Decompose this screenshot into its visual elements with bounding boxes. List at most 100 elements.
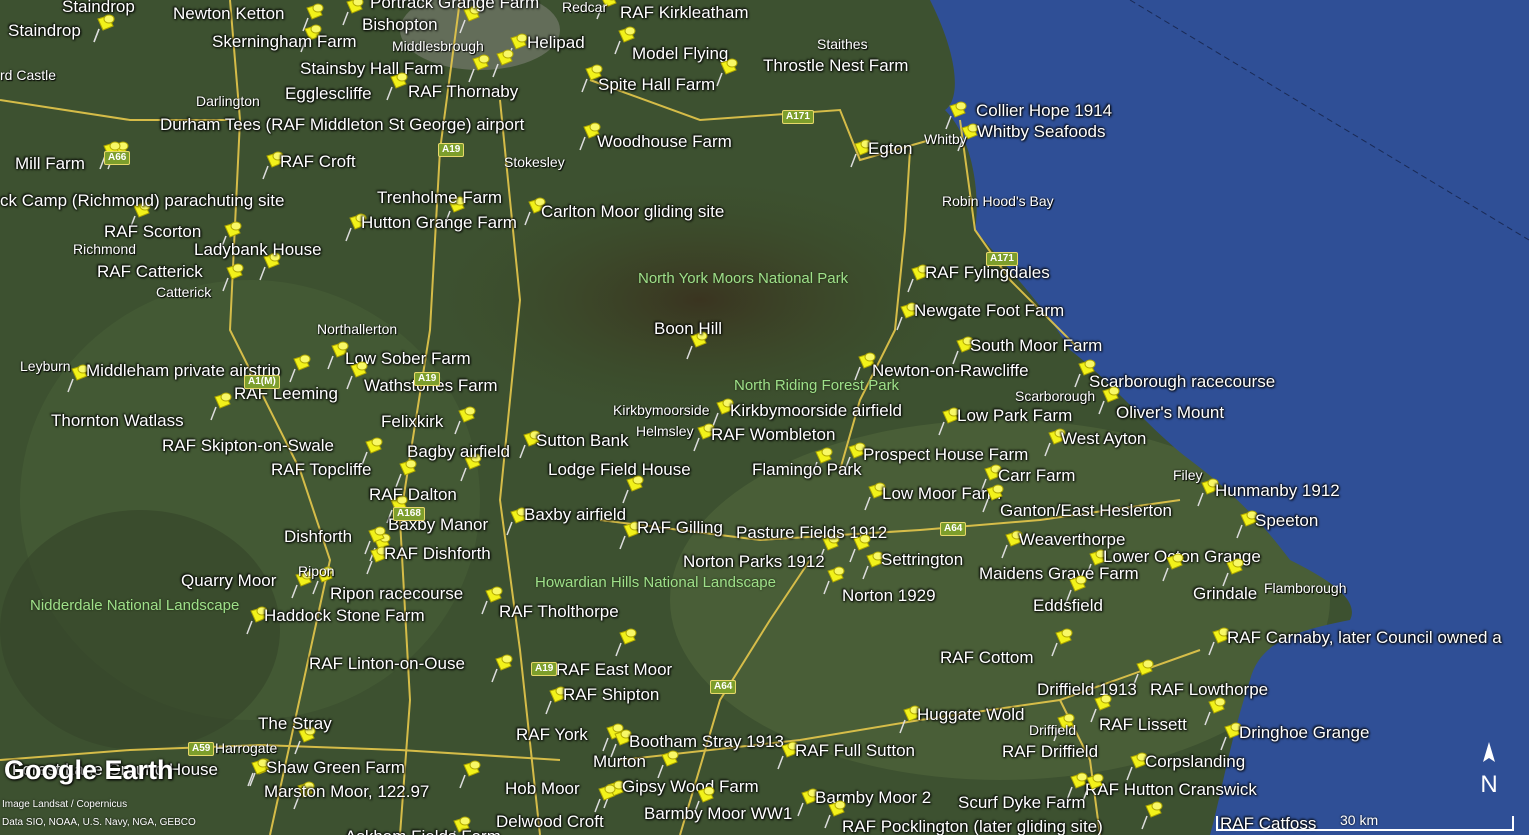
placemark-label[interactable]: Maidens Grave Farm [979,565,1139,582]
placemark-label[interactable]: RAF Driffield [1002,743,1098,760]
placemark-label[interactable]: Spite Hall Farm [598,76,715,93]
placemark-label[interactable]: Whitby Seafoods [977,123,1106,140]
placemark-label[interactable]: Throstle Nest Farm [763,57,908,74]
placemark-label[interactable]: Shaw Green Farm [266,759,405,776]
placemark-label[interactable]: Prospect House Farm [863,446,1028,463]
placemark-pin-icon[interactable] [467,53,491,83]
placemark-label[interactable]: RAF Thornaby [408,83,518,100]
placemark-label[interactable]: West Ayton [1061,430,1146,447]
placemark-pin-icon[interactable] [490,653,514,683]
placemark-pin-icon[interactable] [614,627,638,657]
placemark-label[interactable]: RAF Fylingdales [925,264,1050,281]
placemark-label[interactable]: RAF Lowthorpe [1150,681,1268,698]
placemark-pin-icon[interactable] [394,458,418,488]
placemark-label[interactable]: Portrack Grange Farm [370,0,539,11]
placemark-label[interactable]: Haddock Stone Farm [264,607,425,624]
placemark-label[interactable]: Helipad [527,34,585,51]
placemark-label[interactable]: Carr Farm [998,467,1075,484]
placemark-label[interactable]: The Stray [258,715,332,732]
placemark-label[interactable]: RAF Gilling [637,519,723,536]
placemark-pin-icon[interactable] [715,57,739,87]
placemark-label[interactable]: Kirkbymoorside airfield [730,402,902,419]
placemark-label[interactable]: RAF East Moor [556,661,672,678]
map-view[interactable]: Staindrop Staindrop Newton Ketton Bishopton… [0,0,1529,835]
placemark-label[interactable]: Quarry Moor [181,572,276,589]
placemark-label[interactable]: Collier Hope 1914 [976,102,1112,119]
placemark-label[interactable]: Ladybank House [194,241,322,258]
placemark-label[interactable]: Norton 1929 [842,587,936,604]
placemark-pin-icon[interactable] [288,353,312,383]
placemark-label[interactable]: RAF Dishforth [384,545,491,562]
placemark-label[interactable]: Baxby airfield [524,506,626,523]
placemark-label[interactable]: RAF Linton-on-Ouse [309,655,465,672]
placemark-label[interactable]: Bagby airfield [407,443,510,460]
placemark-label[interactable]: RAF Scorton [104,223,201,240]
placemark-label[interactable]: Askham Fields Farm [345,828,501,835]
placemark-label[interactable]: Stainsby Hall Farm [300,60,444,77]
placemark-label[interactable]: Hutton Grange Farm [361,214,517,231]
placemark-label[interactable]: Newton Ketton [173,5,285,22]
placemark-label[interactable]: Eddsfield [1033,597,1103,614]
placemark-label[interactable]: RAF Lissett [1099,716,1187,733]
placemark-label[interactable]: Trenholme Farm [377,189,502,206]
placemark-label[interactable]: Corpslanding [1145,753,1245,770]
placemark-label[interactable]: Huggate Wold [917,706,1024,723]
placemark-label[interactable]: Sutton Bank [536,432,629,449]
placemark-pin-icon[interactable] [453,405,477,435]
placemark-label[interactable]: Ripon racecourse [330,585,463,602]
placemark-label[interactable]: Gipsy Wood Farm [622,778,759,795]
placemark-label[interactable]: RAF York [516,726,588,743]
placemark-label[interactable]: RAF Hutton Cranswick [1085,781,1257,798]
placemark-label[interactable]: Egton [868,140,912,157]
placemark-label[interactable]: Hob Moor [505,780,580,797]
placemark-label[interactable]: RAF Cottom [940,649,1034,666]
placemark-label[interactable]: Weaverthorpe [1019,531,1125,548]
placemark-label[interactable]: Delwood Croft [496,813,604,830]
north-arrow-icon[interactable]: N [1474,740,1504,800]
placemark-label[interactable]: RAF Kirkleatham [620,4,748,21]
placemark-label[interactable]: Thornton Watlass [51,412,184,429]
placemark-label[interactable]: Barmby Moor WW1 [644,805,792,822]
placemark-label[interactable]: Woodhouse Farm [597,133,732,150]
placemark-label[interactable]: RAF Catterick [97,263,203,280]
placemark-label[interactable]: RAF Carnaby, later Council owned a [1227,629,1502,646]
placemark-label[interactable]: Mill Farm [15,155,85,172]
placemark-label[interactable]: South Moor Farm [970,337,1102,354]
placemark-pin-icon[interactable] [1221,557,1245,587]
placemark-label[interactable]: Bootham Stray 1913 [629,733,784,750]
placemark-label[interactable]: Dishforth [284,528,352,545]
placemark-label[interactable]: Carlton Moor gliding site [541,203,724,220]
placemark-pin-icon[interactable] [1140,800,1164,830]
placemark-label[interactable]: RAF Dalton [369,486,457,503]
placemark-label[interactable]: RAF Tholthorpe [499,603,619,620]
placemark-label[interactable]: Bishopton [362,16,438,33]
placemark-label[interactable]: RAF Croft [280,153,356,170]
placemark-label[interactable]: Lodge Field House [548,461,691,478]
placemark-label[interactable]: Murton [593,753,646,770]
placemark-label[interactable]: RAF Wombleton [711,426,835,443]
placemark-label[interactable]: Low Park Farm [957,407,1072,424]
placemark-label[interactable]: ck Camp (Richmond) parachuting site [0,192,284,209]
placemark-label[interactable]: Felixkirk [381,413,443,430]
placemark-label[interactable]: RAF Full Sutton [795,742,915,759]
placemark-pin-icon[interactable] [1161,552,1185,582]
placemark-pin-icon[interactable] [92,13,116,43]
placemark-label[interactable]: RAF Pocklington (later gliding site) [842,818,1103,835]
placemark-pin-icon[interactable] [209,391,233,421]
placemark-label[interactable]: Staindrop [8,22,81,39]
placemark-label[interactable]: Boon Hill [654,320,722,337]
placemark-label[interactable]: Dringhoe Grange [1239,724,1369,741]
placemark-pin-icon[interactable] [221,262,245,292]
placemark-pin-icon[interactable] [385,71,409,101]
placemark-pin-icon[interactable] [593,783,617,813]
placemark-label[interactable]: Marston Moor, 122.97 [264,783,429,800]
placemark-label[interactable]: Egglescliffe [285,85,372,102]
placemark-pin-icon[interactable] [458,759,482,789]
placemark-label[interactable]: RAF Topcliffe [271,461,371,478]
placemark-label[interactable]: Grindale [1193,585,1257,602]
placemark-label[interactable]: Skerningham Farm [212,33,357,50]
placemark-label[interactable]: Durham Tees (RAF Middleton St George) ai… [160,116,524,133]
placemark-label[interactable]: Ganton/East Heslerton [1000,502,1172,519]
placemark-label[interactable]: Model Flying [632,45,728,62]
placemark-label[interactable]: Hunmanby 1912 [1215,482,1340,499]
